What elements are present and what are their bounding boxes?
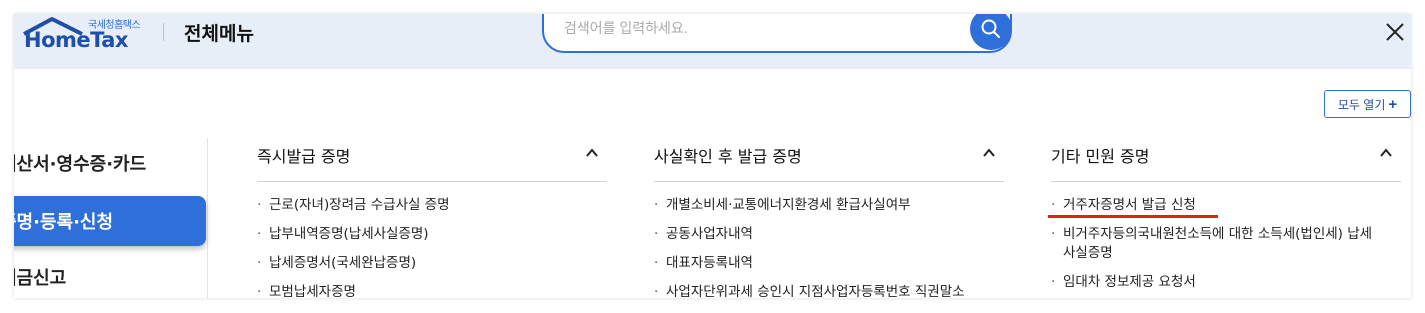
menu-item-label: 대표자등록내역 — [666, 255, 753, 271]
menu-item-label: 납세증명서(국세완납증명) — [269, 255, 417, 271]
menu-item[interactable]: · 모범납세자증명 — [257, 283, 607, 298]
menu-item[interactable]: · 납세증명서(국세완납증명) — [257, 254, 607, 273]
section-instant-issue: 즉시발급 증명 · 근로(자녀)장려금 수급사실 증명 · 납부내역증명(납세사실증… — [257, 138, 607, 298]
close-icon — [1386, 23, 1404, 41]
section-other-civil: 기타 민원 증명 · 거주자증명서 발급 신청 · 비거주자등의국내원천소득에 대한… — [1051, 138, 1401, 298]
bullet-icon: · — [654, 255, 659, 271]
hometax-logo[interactable]: 국세청홈택스 HomeTax — [22, 16, 150, 56]
sidebar-divider — [207, 138, 208, 298]
bullet-icon: · — [654, 197, 659, 213]
menu-item-label: 모범납세자증명 — [269, 284, 356, 298]
logo-wordmark: HomeTax — [24, 28, 128, 52]
highlight-underline — [1048, 215, 1218, 218]
menu-list: · 거주자증명서 발급 신청 · 비거주자등의국내원천소득에 대한 소득세(법인세)… — [1051, 182, 1401, 292]
menu-item[interactable]: · 임대차 정보제공 요청서 — [1051, 273, 1401, 292]
plus-icon: + — [1388, 95, 1398, 113]
menu-item[interactable]: · 사업자단위과세 승인시 지점사업자등록번호 직권말소 — [654, 283, 1004, 298]
section-title: 기타 민원 증명 — [1051, 147, 1150, 166]
search-icon — [981, 19, 1000, 38]
menu-item-label: 임대차 정보제공 요청서 — [1063, 274, 1196, 290]
search-input[interactable] — [564, 20, 964, 36]
page-title: 전체메뉴 — [184, 23, 254, 45]
menu-item-label: 공동사업자내역 — [666, 226, 753, 242]
menu-item-label: 근로(자녀)장려금 수급사실 증명 — [269, 197, 450, 213]
menu-item-label: 개별소비세·교통에너지환경세 환급사실여부 — [666, 197, 911, 213]
full-menu-panel: 국세청홈택스 HomeTax 전체메뉴 모두 열기 + 계산서·영수증·카드 — [14, 14, 1411, 298]
section-verified-issue: 사실확인 후 발급 증명 · 개별소비세·교통에너지환경세 환급사실여부 · 공동사… — [654, 138, 1004, 298]
section-header[interactable]: 사실확인 후 발급 증명 — [654, 138, 1004, 182]
menu-item-label: 납부내역증명(납세사실증명) — [269, 226, 429, 242]
menu-item[interactable]: · 거주자증명서 발급 신청 — [1051, 196, 1401, 215]
expand-all-label: 모두 열기 — [1337, 97, 1386, 112]
menu-item[interactable]: · 대표자등록내역 — [654, 254, 1004, 273]
menu-item[interactable]: · 공동사업자내역 — [654, 225, 1004, 244]
section-title: 사실확인 후 발급 증명 — [654, 147, 802, 166]
sidebar-item-tax-return[interactable]: 세금신고 — [14, 252, 206, 298]
menu-item[interactable]: · 납부내역증명(납세사실증명) — [257, 225, 607, 244]
bullet-icon: · — [1051, 197, 1056, 213]
bullet-icon: · — [1051, 274, 1056, 290]
header-divider — [163, 23, 164, 41]
sidebar-item-certificates[interactable]: 증명·등록·신청 — [14, 196, 206, 246]
menu-item-label: 비거주자등의국내원천소득에 대한 소득세(법인세) 납세사실증명 — [1063, 226, 1373, 261]
sidebar-item-receipts-cards[interactable]: 계산서·영수증·카드 — [14, 138, 206, 188]
menu-list: · 개별소비세·교통에너지환경세 환급사실여부 · 공동사업자내역 · 대표자등록내역… — [654, 182, 1004, 298]
chevron-up-icon[interactable] — [585, 146, 599, 160]
chevron-up-icon[interactable] — [982, 146, 996, 160]
sidebar-item-label: 계산서·영수증·카드 — [14, 154, 147, 175]
menu-header: 국세청홈택스 HomeTax 전체메뉴 — [14, 14, 1411, 69]
chevron-up-icon[interactable] — [1379, 146, 1393, 160]
section-header[interactable]: 즉시발급 증명 — [257, 138, 607, 182]
menu-item-label: 거주자증명서 발급 신청 — [1063, 197, 1196, 213]
section-header[interactable]: 기타 민원 증명 — [1051, 138, 1401, 182]
bullet-icon: · — [1051, 226, 1056, 242]
menu-item[interactable]: · 근로(자녀)장려금 수급사실 증명 — [257, 196, 607, 215]
sidebar-item-label: 증명·등록·신청 — [14, 212, 114, 233]
bullet-icon: · — [654, 226, 659, 242]
section-title: 즉시발급 증명 — [257, 147, 351, 166]
bullet-icon: · — [257, 226, 262, 242]
expand-all-button[interactable]: 모두 열기 + — [1324, 90, 1411, 118]
menu-item-label: 사업자단위과세 승인시 지점사업자등록번호 직권말소 — [666, 284, 965, 298]
search-box — [542, 14, 1012, 53]
menu-item[interactable]: · 개별소비세·교통에너지환경세 환급사실여부 — [654, 196, 1004, 215]
bullet-icon: · — [257, 284, 262, 298]
sidebar-item-label: 세금신고 — [14, 268, 67, 289]
bullet-icon: · — [257, 255, 262, 271]
bullet-icon: · — [654, 284, 659, 298]
bullet-icon: · — [257, 197, 262, 213]
menu-item[interactable]: · 비거주자등의국내원천소득에 대한 소득세(법인세) 납세사실증명 — [1051, 225, 1381, 263]
close-button[interactable] — [1385, 22, 1405, 42]
menu-list: · 근로(자녀)장려금 수급사실 증명 · 납부내역증명(납세사실증명) · 납세증명… — [257, 182, 607, 298]
